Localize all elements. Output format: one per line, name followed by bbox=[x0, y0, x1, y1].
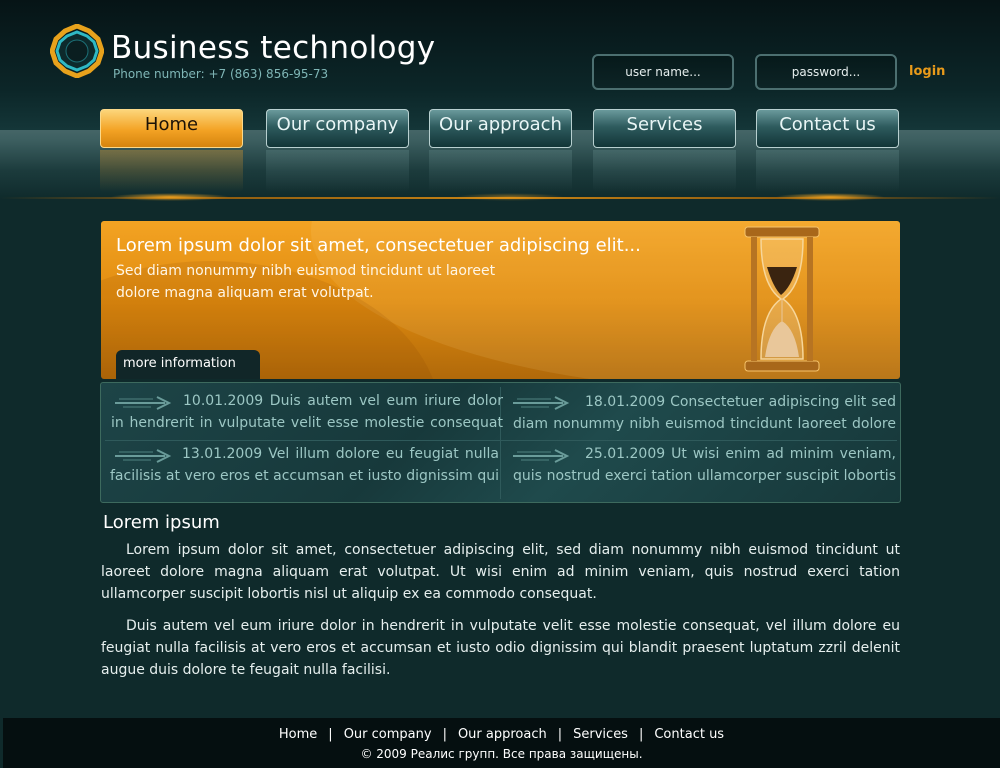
footer: Home | Our company | Our approach | Services | C… bbox=[3, 718, 1000, 768]
nav-reflection bbox=[429, 150, 572, 192]
footer-link-contact-us[interactable]: Contact us bbox=[654, 727, 724, 742]
news-item-text: 25.01.2009 Ut wisi enim ad minim veniam,… bbox=[513, 446, 896, 484]
nav-reflection bbox=[593, 150, 736, 192]
nav-home[interactable]: Home bbox=[100, 109, 243, 148]
news-item[interactable]: 25.01.2009 Ut wisi enim ad minim veniam,… bbox=[513, 443, 896, 489]
username-input[interactable] bbox=[592, 54, 734, 90]
news-panel: 10.01.2009 Duis autem vel eum iriure dol… bbox=[100, 382, 901, 503]
footer-nav: Home | Our company | Our approach | Services | C… bbox=[3, 727, 1000, 742]
footer-separator: | bbox=[638, 727, 644, 742]
site-title: Business technology bbox=[111, 30, 436, 66]
password-input[interactable] bbox=[755, 54, 897, 90]
news-item-text: 13.01.2009 Vel illum dolore eu feugiat n… bbox=[110, 446, 499, 484]
nav-reflection bbox=[100, 150, 243, 192]
copyright: © 2009 Реалис групп. Все права защищены. bbox=[360, 747, 643, 761]
nav-reflection bbox=[266, 150, 409, 192]
nav-services[interactable]: Services bbox=[593, 109, 736, 148]
news-item[interactable]: 18.01.2009 Consectetuer adipiscing elit … bbox=[513, 391, 896, 437]
section-title: Lorem ipsum bbox=[103, 512, 220, 533]
nav-highlight bbox=[775, 193, 885, 201]
promo-banner: Lorem ipsum dolor sit amet, consectetuer… bbox=[101, 221, 900, 379]
logo-icon bbox=[50, 24, 104, 78]
phone-number: Phone number: +7 (863) 856-95-73 bbox=[113, 67, 329, 81]
more-information-button[interactable]: more information >> bbox=[116, 350, 260, 379]
nav-reflection bbox=[756, 150, 899, 192]
banner-text: Sed diam nonummy nibh euismod tincidunt … bbox=[116, 263, 496, 301]
banner-title: Lorem ipsum dolor sit amet, consectetuer… bbox=[116, 235, 641, 256]
footer-separator: | bbox=[442, 727, 447, 742]
login-link[interactable]: login bbox=[909, 64, 945, 79]
news-divider bbox=[105, 440, 897, 441]
footer-link-our-approach[interactable]: Our approach bbox=[458, 727, 547, 742]
footer-link-our-company[interactable]: Our company bbox=[344, 727, 432, 742]
news-item[interactable]: 13.01.2009 Vel illum dolore eu feugiat n… bbox=[110, 443, 499, 489]
news-item[interactable]: 10.01.2009 Duis autem vel eum iriure dol… bbox=[111, 390, 503, 436]
nav-highlight bbox=[455, 193, 565, 201]
news-item-text: 10.01.2009 Duis autem vel eum iriure dol… bbox=[111, 393, 503, 431]
content-paragraph: Duis autem vel eum iriure dolor in hendr… bbox=[101, 618, 900, 678]
footer-link-home[interactable]: Home bbox=[279, 727, 317, 742]
nav-our-company[interactable]: Our company bbox=[266, 109, 409, 148]
content-paragraph: Lorem ipsum dolor sit amet, consectetuer… bbox=[101, 542, 900, 602]
nav-contact-us[interactable]: Contact us bbox=[756, 109, 899, 148]
footer-separator: | bbox=[328, 727, 333, 742]
hourglass-icon bbox=[744, 226, 820, 372]
footer-link-services[interactable]: Services bbox=[573, 727, 628, 742]
footer-separator: | bbox=[557, 727, 563, 742]
nav-our-approach[interactable]: Our approach bbox=[429, 109, 572, 148]
nav-highlight bbox=[110, 193, 230, 201]
news-item-text: 18.01.2009 Consectetuer adipiscing elit … bbox=[513, 394, 896, 432]
